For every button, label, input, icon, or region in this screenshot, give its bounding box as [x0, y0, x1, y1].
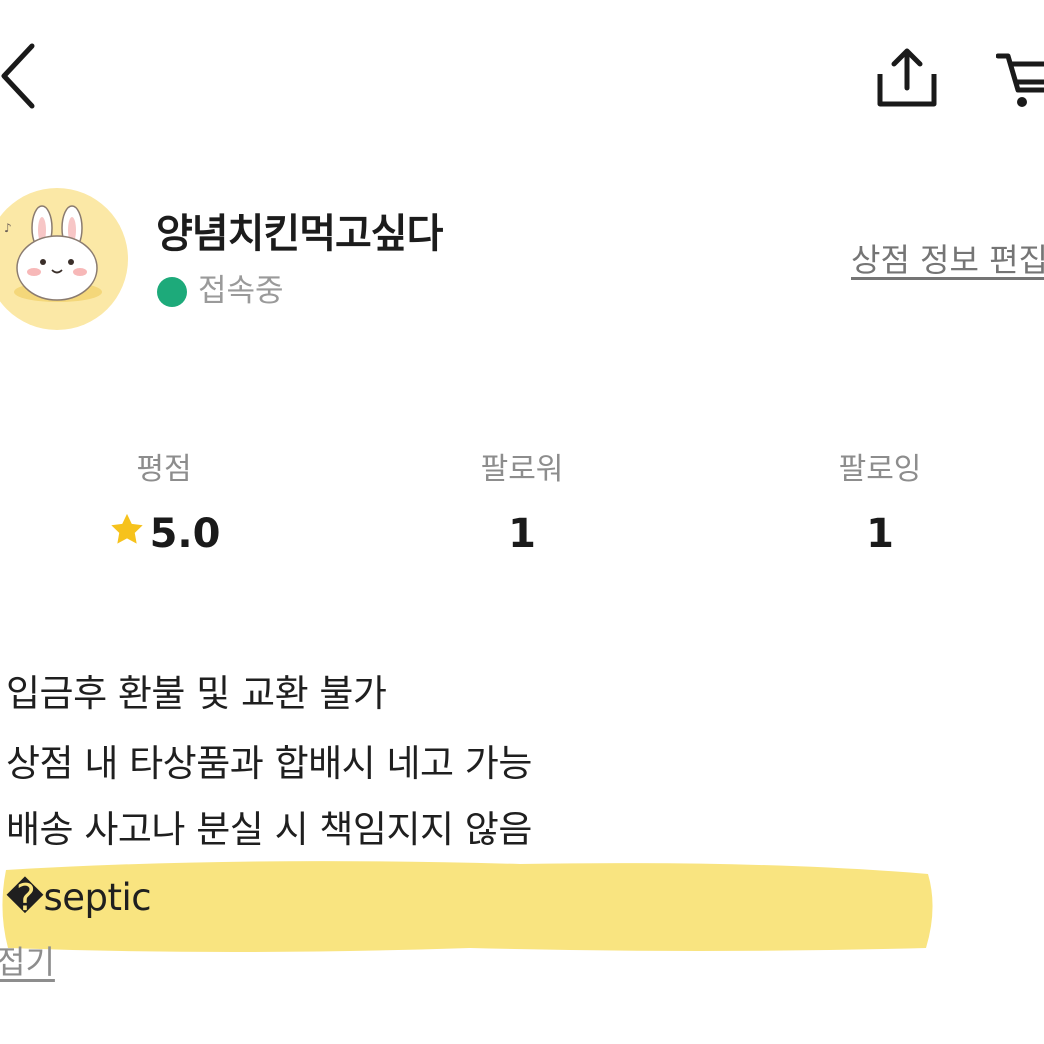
avatar[interactable]: ♪ [0, 188, 128, 330]
edit-shop-info-link[interactable]: 상점 정보 편집 [851, 236, 1044, 284]
following-label[interactable]: 팔로잉 [760, 446, 1000, 494]
chevron-left-icon [1, 43, 35, 109]
description-line: 상점 내 타상품과 합배시 네고 가능 [6, 742, 532, 785]
rabbit-avatar-icon: ♪ [4, 205, 102, 302]
description-line: �septic [6, 876, 152, 919]
cart-icon [995, 53, 1044, 107]
description-line: 배송 사고나 분실 시 책임지지 않음 [6, 808, 532, 851]
svg-text:♪: ♪ [4, 221, 12, 235]
share-icon [877, 48, 937, 107]
shop-name: 양념치킨먹고싶다 [156, 211, 443, 257]
share-button[interactable] [874, 44, 940, 110]
online-status-dot [157, 277, 187, 307]
rating-label: 평점 [136, 452, 192, 487]
collapse-link[interactable]: 접기 [0, 938, 55, 986]
followers-label[interactable]: 팔로워 [402, 446, 642, 494]
star-icon [110, 513, 143, 544]
back-button[interactable] [0, 40, 50, 112]
following-count[interactable]: 1 [760, 504, 1000, 564]
description-line: 입금후 환불 및 교환 불가 [6, 672, 387, 715]
rating-value: 5.0 [149, 511, 221, 557]
online-status-text: 접속중 [198, 273, 284, 309]
rating-value-group: 5.0 [44, 504, 284, 564]
cart-button[interactable] [995, 44, 1044, 110]
followers-count[interactable]: 1 [402, 504, 642, 564]
